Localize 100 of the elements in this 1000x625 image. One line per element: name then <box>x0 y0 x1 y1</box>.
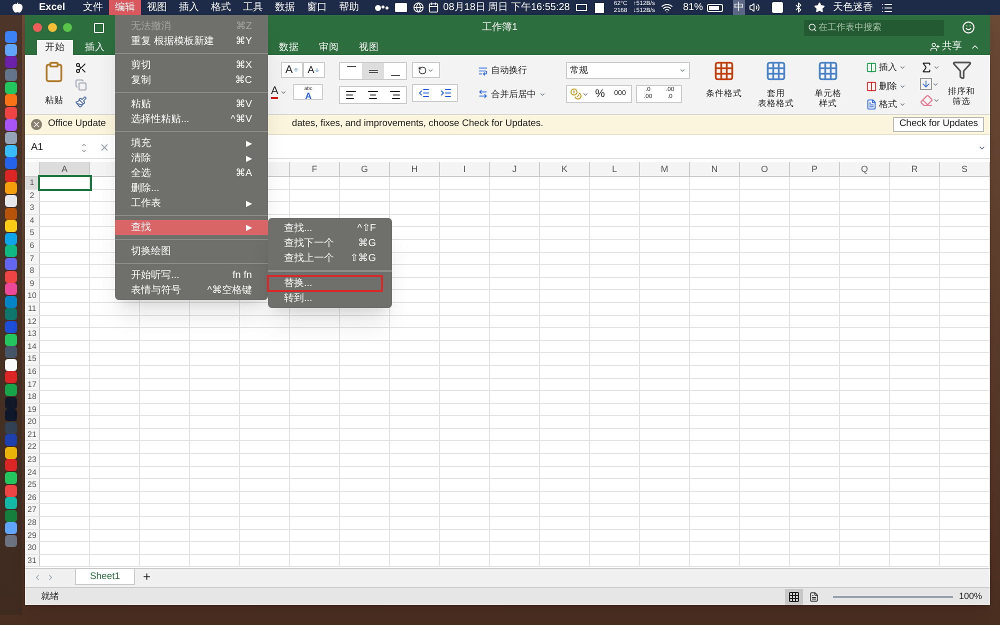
merge-center-button[interactable]: 合并后居中 <box>478 88 558 101</box>
format-painter-icon[interactable] <box>75 96 87 108</box>
row-header: 28 <box>25 517 40 529</box>
app-icon[interactable] <box>5 82 17 94</box>
s-app-icon[interactable] <box>772 2 783 13</box>
menu-item[interactable]: 选择性粘贴... ^⌘V <box>115 112 268 127</box>
sort-filter-button[interactable]: 排序和 筛选 <box>948 60 975 106</box>
row-header: 8 <box>25 265 40 277</box>
app-icon[interactable] <box>5 497 17 510</box>
app-icon[interactable] <box>5 446 17 459</box>
battery-icon[interactable] <box>706 4 723 12</box>
format-cells-button[interactable]: 格式 <box>866 98 906 112</box>
menu-item[interactable]: 开始听写... fn fn <box>115 268 268 283</box>
sidebar-icon[interactable] <box>94 22 104 32</box>
app-icon[interactable] <box>5 358 17 371</box>
menu-item[interactable]: 转到... <box>268 291 392 306</box>
menu-item[interactable]: 视图 <box>141 0 174 15</box>
app-icon[interactable] <box>5 195 17 208</box>
menu-item[interactable]: 数据 <box>269 0 302 15</box>
menu-item[interactable]: 插入 <box>173 0 206 15</box>
copy-icon[interactable] <box>75 79 87 91</box>
ribbon-tab[interactable]: 数据 <box>271 40 307 55</box>
wifi-icon[interactable] <box>660 2 673 14</box>
menu-item[interactable]: 填充 ▶ <box>115 136 268 151</box>
name-box[interactable]: A1 <box>29 138 89 156</box>
app-icon[interactable] <box>5 220 17 232</box>
percent-button[interactable]: % <box>591 86 609 102</box>
zoom-button[interactable] <box>63 23 72 32</box>
menu-item[interactable]: 重复 根据模板新建 ⌘Y <box>115 34 268 49</box>
menu-item[interactable]: 替换... <box>268 276 382 291</box>
star-icon[interactable] <box>814 2 825 13</box>
cell-styles-button[interactable]: 单元格 样式 <box>806 60 850 108</box>
ribbon-tab[interactable]: 审阅 <box>311 40 347 55</box>
share-button[interactable]: 共享 <box>930 39 962 54</box>
app-icon[interactable] <box>5 472 17 484</box>
menu-item[interactable]: 删除... <box>115 181 268 196</box>
menu-item[interactable]: 查找下一个 ⌘G <box>268 236 392 251</box>
normal-view-icon[interactable] <box>784 588 803 604</box>
ribbon-tab[interactable]: 开始 <box>37 40 73 55</box>
check-updates-button[interactable]: Check for Updates <box>893 117 984 132</box>
menu-item[interactable]: 查找... ^⇧F <box>268 221 392 236</box>
fill-button[interactable] <box>920 78 940 90</box>
menu-item[interactable]: 格式 <box>205 0 238 15</box>
menu-item[interactable]: 查找 ▶ <box>115 220 268 235</box>
insert-cells-button[interactable]: 插入 <box>866 61 906 74</box>
shrink-font-button[interactable]: A <box>303 62 325 78</box>
ribbon-tab[interactable]: 插入 <box>77 40 113 55</box>
dismiss-icon[interactable] <box>31 119 42 130</box>
menu-item[interactable]: 工具 <box>237 0 270 15</box>
menu-item[interactable]: 文件 <box>77 0 110 15</box>
menu-item[interactable]: 编辑 <box>109 0 142 15</box>
delete-cells-button[interactable]: 删除 <box>866 80 906 93</box>
grow-font-button[interactable]: A <box>281 62 303 78</box>
column-header: L <box>590 162 640 176</box>
clear-button[interactable] <box>920 94 940 107</box>
user-name[interactable]: 天色迷香 <box>832 0 873 15</box>
menu-item[interactable]: 帮助 <box>333 0 366 15</box>
cut-icon[interactable] <box>75 62 87 74</box>
menu-item[interactable]: 全选 ⌘A <box>115 166 268 181</box>
menu-item[interactable]: 切换绘图 <box>115 244 268 259</box>
align-middle-button[interactable] <box>362 63 384 79</box>
paste-icon[interactable] <box>43 60 65 84</box>
menu-item[interactable]: 工作表 ▶ <box>115 196 268 211</box>
add-sheet-button[interactable]: + <box>143 569 151 585</box>
column-header: J <box>490 162 540 176</box>
apple-icon[interactable] <box>12 2 23 13</box>
volume-icon[interactable] <box>748 2 760 13</box>
app-icon[interactable] <box>5 334 17 346</box>
app-icon[interactable] <box>5 522 17 534</box>
caret-icon <box>280 88 288 96</box>
orientation-button[interactable] <box>412 62 440 78</box>
menu-item[interactable]: 清除 ▶ <box>115 151 268 166</box>
menu-item[interactable]: 表情与符号 ^⌘空格键 <box>115 283 268 298</box>
minimize-button[interactable] <box>48 23 57 32</box>
page-layout-icon[interactable] <box>808 592 819 602</box>
table-format-button[interactable]: 套用 表格格式 <box>754 60 798 108</box>
menu-item[interactable]: 复制 ⌘C <box>115 73 268 88</box>
font-color-button[interactable]: A <box>269 84 290 100</box>
search-field[interactable]: 在工作表中搜索 <box>804 20 944 36</box>
app-name[interactable]: Excel <box>39 0 66 15</box>
wrap-text-button[interactable]: 自动换行 <box>478 64 558 78</box>
input-method[interactable]: 中 <box>732 0 745 15</box>
sheet-tab[interactable]: Sheet1 <box>75 569 135 585</box>
bluetooth-icon[interactable] <box>792 2 804 13</box>
menu-item[interactable]: 剪切 ⌘X <box>115 58 268 73</box>
menu-item[interactable]: 查找上一个 ⇧⌘G <box>268 251 392 266</box>
active-cell[interactable] <box>40 177 90 189</box>
ribbon-tab[interactable]: 视图 <box>351 40 387 55</box>
caret-icon <box>933 64 940 71</box>
menu-item[interactable]: 粘贴 ⌘V <box>115 97 268 112</box>
smiley-icon[interactable] <box>962 21 975 34</box>
cancel-icon[interactable] <box>99 142 110 153</box>
app-icon[interactable] <box>5 144 17 157</box>
app-icon[interactable] <box>5 182 17 194</box>
paste-button[interactable]: 粘贴 <box>45 94 63 108</box>
menu-item[interactable]: 窗口 <box>301 0 334 15</box>
autosum-button[interactable] <box>920 61 940 74</box>
app-icon[interactable] <box>5 245 17 258</box>
conditional-format-button[interactable]: 条件格式 <box>702 60 746 98</box>
number-format-dropdown[interactable]: 常规 <box>566 62 690 79</box>
